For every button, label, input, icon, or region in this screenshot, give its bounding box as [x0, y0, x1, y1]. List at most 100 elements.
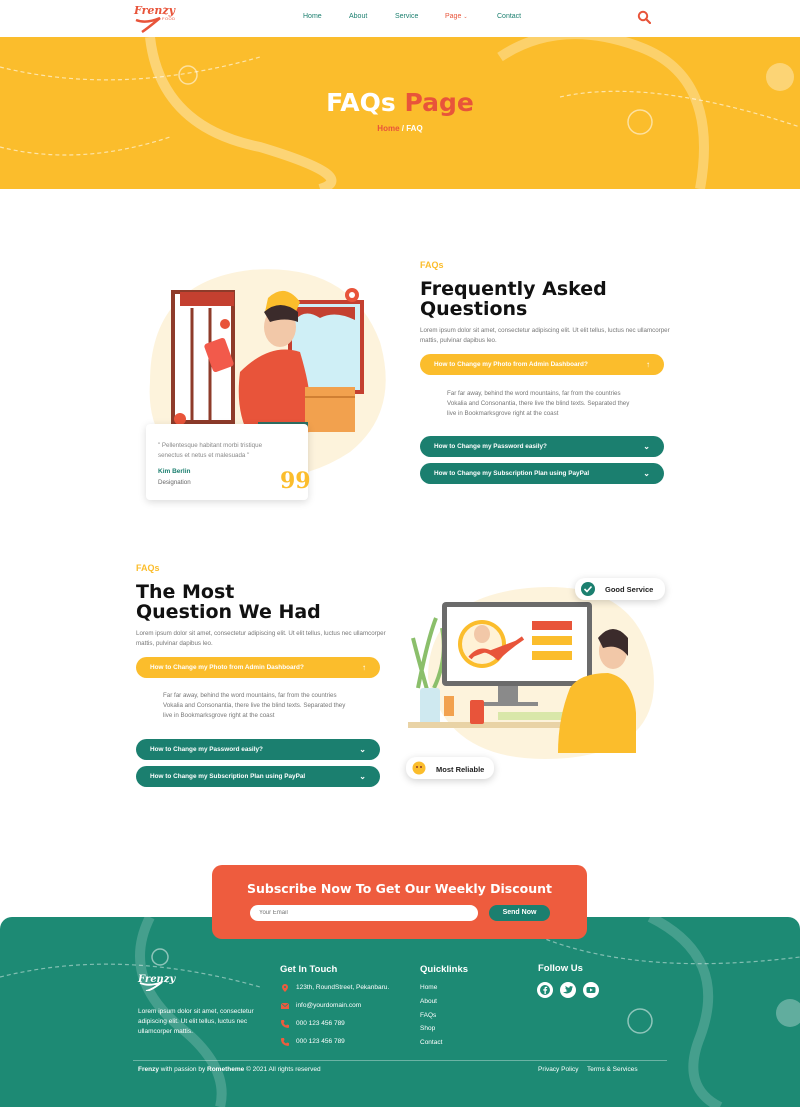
breadcrumb: Home / FAQ: [0, 124, 800, 133]
brand-logo[interactable]: Frenzy FOOD: [134, 4, 176, 34]
good-service-label: Good Service: [605, 585, 654, 594]
faq2-question-3: How to Change my Subscription Plan using…: [150, 773, 306, 780]
nav-contact[interactable]: Contact: [497, 13, 521, 20]
testimonial-card: " Pellentesque habitant morbi tristique …: [146, 424, 311, 500]
nav-service[interactable]: Service: [395, 13, 418, 20]
logo-swoosh-icon: [135, 16, 161, 34]
footer-link-contact[interactable]: Contact: [420, 1039, 442, 1046]
nav-page[interactable]: Page ⌄: [445, 13, 468, 20]
footer-divider: [133, 1060, 667, 1061]
faq2-question-1: How to Change my Photo from Admin Dashbo…: [150, 664, 304, 671]
testimonial-designation: Designation: [158, 479, 191, 486]
copyright-end: © 2021 All rights reserved: [244, 1066, 321, 1073]
faq2-eyebrow: FAQs: [136, 563, 160, 573]
footer-about-text: Lorem ipsum dolor sit amet, consectetur …: [138, 1008, 254, 1035]
faq2-title: The Most Question We Had: [136, 582, 321, 622]
location-icon: [282, 984, 288, 992]
footer-decoration: [0, 917, 800, 1107]
privacy-policy-link[interactable]: Privacy Policy: [538, 1066, 578, 1073]
subscribe-title: Subscribe Now To Get Our Weekly Discount: [246, 881, 553, 896]
emoji-icon: [412, 761, 426, 775]
testimonial-quote: " Pellentesque habitant morbi tristique …: [158, 442, 263, 459]
online-service-illustration: [408, 587, 654, 759]
twitter-icon[interactable]: [560, 982, 576, 998]
chevron-down-icon: ⌄: [643, 469, 650, 478]
chevron-down-icon: ⌄: [643, 442, 650, 451]
brand-sub: FOOD: [162, 16, 176, 21]
quote-mark-icon: 99: [280, 468, 311, 494]
get-in-touch-heading: Get In Touch: [280, 964, 338, 975]
faq2-answer-1: Far far away, behind the word mountains,…: [163, 692, 346, 719]
footer-phone-1[interactable]: 000 123 456 789: [296, 1019, 345, 1029]
breadcrumb-current: FAQ: [406, 124, 423, 133]
faq1-title: Frequently Asked Questions: [420, 279, 607, 319]
footer-email[interactable]: info@yourdomain.com: [296, 1001, 361, 1011]
logo-swoosh-icon: [139, 981, 163, 991]
twitter-glyph-icon: [562, 985, 573, 994]
subscribe-box: Subscribe Now To Get Our Weekly Discount…: [212, 865, 587, 939]
faq1-answer-1: Far far away, behind the word mountains,…: [447, 390, 630, 417]
faq1-question-3: How to Change my Subscription Plan using…: [434, 470, 590, 477]
nav-about[interactable]: About: [349, 13, 367, 20]
faq1-eyebrow: FAQs: [420, 260, 444, 270]
copyright-mid: with passion by: [158, 1066, 208, 1073]
facebook-glyph-icon: [540, 985, 550, 995]
youtube-glyph-icon: [586, 987, 596, 993]
follow-us-heading: Follow Us: [538, 963, 583, 974]
faq1-question-2: How to Change my Password easily?: [434, 443, 547, 450]
most-reliable-badge: Most Reliable: [406, 757, 494, 779]
arrow-up-icon: ↑: [646, 360, 650, 369]
copyright-author[interactable]: Rometheme: [207, 1066, 244, 1073]
search-icon[interactable]: [637, 10, 651, 24]
terms-link[interactable]: Terms & Services: [587, 1066, 638, 1073]
phone-icon: [281, 1038, 289, 1046]
phone-icon: [281, 1020, 289, 1028]
faq1-question-1: How to Change my Photo from Admin Dashbo…: [434, 361, 588, 368]
faq2-accordion-1[interactable]: How to Change my Photo from Admin Dashbo…: [136, 657, 380, 678]
footer-logo[interactable]: Frenzy: [138, 969, 175, 991]
site-footer: Frenzy Lorem ipsum dolor sit amet, conse…: [0, 917, 800, 1107]
page-title-white: FAQs: [326, 88, 396, 117]
faq1-accordion-2[interactable]: How to Change my Password easily? ⌄: [420, 436, 664, 457]
testimonial-name: Kim Berlin: [158, 468, 191, 475]
faq2-question-2: How to Change my Password easily?: [150, 746, 263, 753]
check-icon: [581, 582, 595, 596]
copyright-brand: Frenzy: [138, 1066, 159, 1073]
email-input[interactable]: [250, 905, 478, 921]
footer-link-shop[interactable]: Shop: [420, 1025, 435, 1032]
mail-icon: [281, 1002, 289, 1009]
faq1-accordion-3[interactable]: How to Change my Subscription Plan using…: [420, 463, 664, 484]
chevron-down-icon: ⌄: [359, 745, 366, 754]
quicklinks-heading: Quicklinks: [420, 964, 469, 975]
footer-link-faqs[interactable]: FAQs: [420, 1012, 436, 1019]
breadcrumb-separator: /: [401, 124, 404, 133]
breadcrumb-home[interactable]: Home: [377, 124, 399, 133]
nav-page-label: Page: [445, 13, 462, 20]
faq2-accordion-3[interactable]: How to Change my Subscription Plan using…: [136, 766, 380, 787]
faq1-accordion-1[interactable]: How to Change my Photo from Admin Dashbo…: [420, 354, 664, 375]
most-reliable-label: Most Reliable: [436, 765, 485, 774]
footer-address: 123th, RoundStreet, Pekanbaru.: [296, 984, 390, 991]
faq2-accordion-2[interactable]: How to Change my Password easily? ⌄: [136, 739, 380, 760]
footer-link-about[interactable]: About: [420, 998, 437, 1005]
good-service-badge: Good Service: [575, 578, 665, 600]
chevron-down-icon: ⌄: [463, 14, 468, 20]
faq1-title-line1: Frequently Asked: [420, 278, 607, 300]
faq1-lead: Lorem ipsum dolor sit amet, consectetur …: [420, 327, 670, 344]
arrow-up-icon: ↑: [362, 663, 366, 672]
site-header: Frenzy FOOD Home About Service Page ⌄ Co…: [0, 0, 800, 37]
copyright-text: Frenzy with passion by Rometheme © 2021 …: [138, 1065, 321, 1075]
youtube-icon[interactable]: [583, 982, 599, 998]
faq1-title-line2: Questions: [420, 298, 528, 320]
faq2-lead: Lorem ipsum dolor sit amet, consectetur …: [136, 630, 386, 647]
facebook-icon[interactable]: [537, 982, 553, 998]
page-title: FAQs Page: [0, 88, 800, 117]
chevron-down-icon: ⌄: [359, 772, 366, 781]
footer-phone-2[interactable]: 000 123 456 789: [296, 1037, 345, 1047]
nav-home[interactable]: Home: [303, 13, 322, 20]
page-title-accent: Page: [404, 88, 474, 117]
send-now-button[interactable]: Send Now: [489, 905, 550, 921]
faq2-title-line2: Question We Had: [136, 601, 321, 623]
page-hero: FAQs Page Home / FAQ: [0, 37, 800, 189]
footer-link-home[interactable]: Home: [420, 984, 437, 991]
